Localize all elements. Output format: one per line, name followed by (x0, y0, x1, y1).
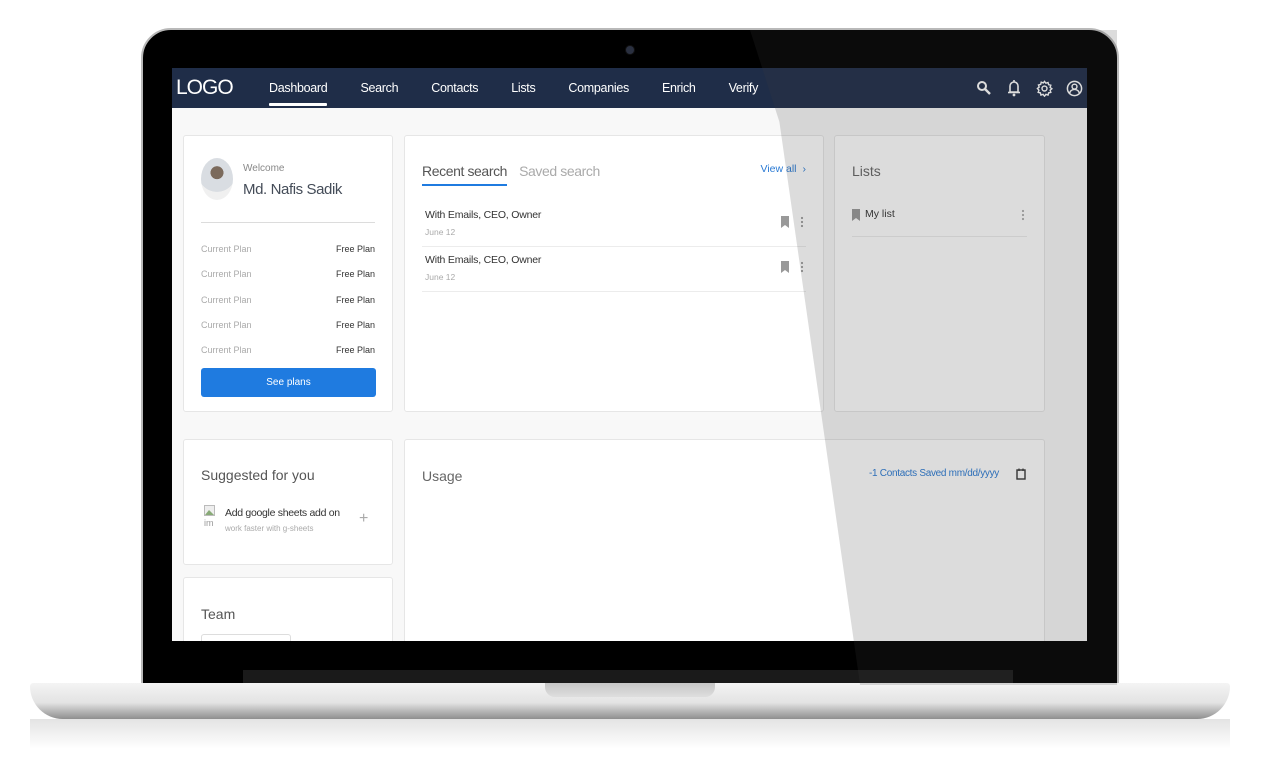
nav-search[interactable]: Search (360, 68, 398, 108)
plan-value: Free Plan (335, 244, 375, 254)
suggested-card: Suggested for you im Add google sheets a… (183, 439, 393, 565)
plan-label: Current Plan (201, 244, 252, 254)
bookmark-icon (852, 208, 860, 236)
view-all-label: View all (760, 163, 797, 175)
laptop-notch (545, 683, 715, 697)
search-tabs: Recent search Saved search (422, 163, 600, 186)
tab-recent-search[interactable]: Recent search (422, 163, 507, 186)
usage-card: Usage -1 Contacts Saved mm/dd/yyyy (404, 439, 1045, 641)
list-name: My list (865, 208, 895, 220)
search-date: June 12 (425, 272, 456, 282)
nav-enrich[interactable]: Enrich (662, 68, 696, 108)
plan-value: Free Plan (335, 295, 375, 305)
bookmark-icon[interactable] (781, 215, 789, 233)
search-card: Recent search Saved search View all › Wi… (404, 135, 824, 412)
search-date: June 12 (425, 227, 456, 237)
suggested-title: Suggested for you (201, 467, 315, 483)
bell-icon[interactable] (1005, 79, 1023, 97)
plan-label: Current Plan (201, 345, 252, 355)
more-vertical-icon[interactable] (1021, 208, 1025, 226)
bookmark-icon[interactable] (781, 260, 789, 278)
plan-row: Current Plan Free Plan (201, 244, 375, 254)
plan-row: Current Plan Free Plan (201, 345, 375, 355)
image-alt-text: im (204, 518, 214, 528)
suggested-item-title[interactable]: Add google sheets add on (225, 507, 340, 519)
plan-row: Current Plan Free Plan (201, 269, 375, 279)
laptop-hinge (243, 670, 1013, 684)
plan-label: Current Plan (201, 295, 252, 305)
profile-card: Welcome Md. Nafis Sadik Current Plan Fre… (183, 135, 393, 412)
view-all-link[interactable]: View all › (761, 163, 807, 175)
gear-icon[interactable] (1035, 79, 1053, 97)
plus-icon[interactable]: + (359, 510, 368, 528)
nav-icons (975, 68, 1087, 108)
plan-row: Current Plan Free Plan (201, 320, 375, 330)
search-row[interactable]: With Emails, CEO, Owner June 12 (422, 247, 806, 292)
lists-title: Lists (852, 163, 881, 179)
laptop-shadow (30, 719, 1230, 749)
search-icon[interactable] (975, 79, 993, 97)
team-title: Team (201, 606, 236, 622)
user-name: Md. Nafis Sadik (243, 181, 343, 198)
see-plans-button[interactable]: See plans (201, 368, 376, 397)
usage-date-range[interactable]: -1 Contacts Saved mm/dd/yyyy (869, 468, 999, 479)
lists-card: Lists My list (834, 135, 1045, 412)
plan-label: Current Plan (201, 320, 252, 330)
plan-value: Free Plan (335, 320, 375, 330)
nav-verify[interactable]: Verify (729, 68, 759, 108)
nav-lists[interactable]: Lists (511, 68, 536, 108)
tab-saved-search[interactable]: Saved search (519, 163, 600, 186)
avatar[interactable] (201, 158, 233, 200)
more-vertical-icon[interactable] (800, 215, 804, 233)
suggested-item-desc: work faster with g-sheets (225, 524, 314, 533)
search-row[interactable]: With Emails, CEO, Owner June 12 (422, 202, 806, 247)
top-navigation: LOGO Dashboard Search Contacts Lists Com… (172, 68, 1087, 108)
nav-dashboard[interactable]: Dashboard (269, 68, 328, 108)
more-vertical-icon[interactable] (800, 260, 804, 278)
search-title: With Emails, CEO, Owner (425, 209, 542, 221)
chevron-right-icon: › (802, 163, 807, 175)
user-circle-icon[interactable] (1065, 79, 1083, 97)
welcome-label: Welcome (243, 163, 285, 174)
plan-value: Free Plan (335, 269, 375, 279)
nav-companies[interactable]: Companies (568, 68, 629, 108)
list-item[interactable]: My list (852, 204, 1027, 237)
calendar-icon[interactable] (1016, 467, 1026, 485)
logo[interactable]: LOGO (176, 76, 269, 100)
app-screen: LOGO Dashboard Search Contacts Lists Com… (172, 68, 1087, 641)
plan-label: Current Plan (201, 269, 252, 279)
plan-value: Free Plan (335, 345, 375, 355)
nav-contacts[interactable]: Contacts (431, 68, 478, 108)
divider (201, 222, 375, 223)
usage-title: Usage (422, 468, 463, 484)
broken-image-icon: im (204, 505, 218, 528)
plan-row: Current Plan Free Plan (201, 295, 375, 305)
camera-icon (626, 46, 634, 54)
team-card: Team (183, 577, 393, 641)
team-field[interactable] (201, 634, 291, 641)
search-title: With Emails, CEO, Owner (425, 254, 542, 266)
